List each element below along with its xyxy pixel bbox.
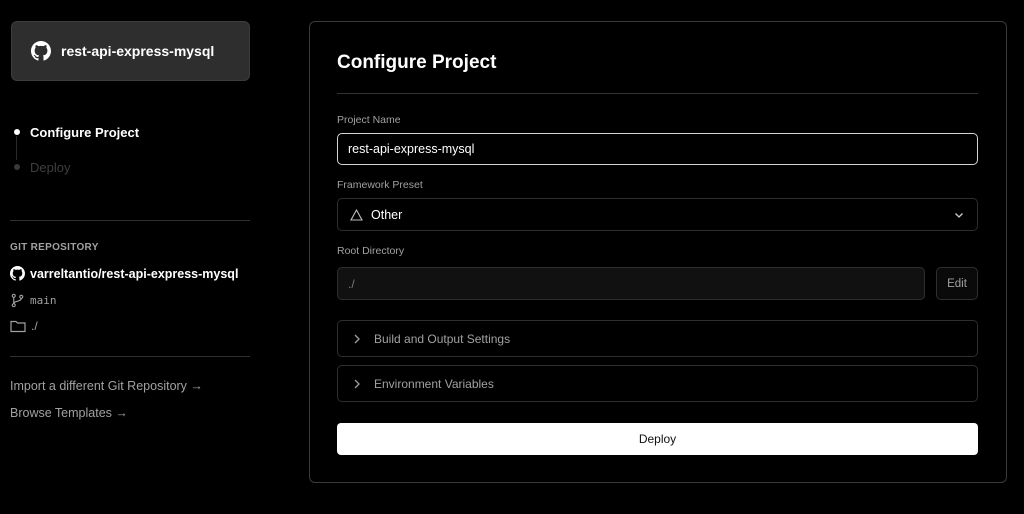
git-directory-row: ./ xyxy=(10,319,38,333)
chevron-right-icon xyxy=(354,379,360,388)
git-branch-row: main xyxy=(10,293,57,308)
step-deploy: Deploy xyxy=(14,159,139,175)
git-repo-name: varreltantio/rest-api-express-mysql xyxy=(30,266,239,281)
git-directory-path: ./ xyxy=(31,319,38,333)
accordion-label: Build and Output Settings xyxy=(374,331,511,346)
repo-card-title: rest-api-express-mysql xyxy=(61,43,215,59)
page-title: Configure Project xyxy=(337,52,497,73)
step-label: Configure Project xyxy=(30,124,140,140)
configure-project-panel: Configure Project Project Name Framework… xyxy=(309,21,1007,483)
git-repository-header: GIT REPOSITORY xyxy=(10,242,99,253)
root-directory-input: ./ xyxy=(337,267,925,300)
framework-preset-value: Other xyxy=(371,207,403,222)
accordion-label: Environment Variables xyxy=(374,376,494,391)
step-connector xyxy=(16,136,17,160)
repo-card[interactable]: rest-api-express-mysql xyxy=(11,21,250,81)
step-list: Configure Project Deploy xyxy=(14,124,139,194)
title-divider xyxy=(337,93,978,94)
github-icon xyxy=(31,41,51,61)
github-icon xyxy=(10,266,25,281)
root-directory-value: ./ xyxy=(348,276,355,291)
edit-root-directory-button[interactable]: Edit xyxy=(936,267,978,300)
page: rest-api-express-mysql Configure Project… xyxy=(0,0,1024,514)
import-git-repo-link[interactable]: Import a different Git Repository → xyxy=(10,379,203,393)
sidebar-divider xyxy=(10,356,250,357)
git-branch-name: main xyxy=(30,294,57,307)
step-dot-inactive xyxy=(14,164,20,170)
triangle-icon xyxy=(350,208,363,221)
framework-preset-label: Framework Preset xyxy=(337,179,423,191)
git-repo-row[interactable]: varreltantio/rest-api-express-mysql xyxy=(10,266,238,281)
git-branch-icon xyxy=(11,293,24,308)
environment-variables-accordion[interactable]: Environment Variables xyxy=(337,365,978,402)
step-dot-active xyxy=(14,129,20,135)
step-label: Deploy xyxy=(30,159,71,175)
chevron-right-icon xyxy=(354,334,360,343)
step-configure-project: Configure Project xyxy=(14,124,139,140)
framework-preset-select[interactable]: Other xyxy=(337,198,978,231)
folder-icon xyxy=(10,320,26,333)
root-directory-label: Root Directory xyxy=(337,245,405,257)
build-output-settings-accordion[interactable]: Build and Output Settings xyxy=(337,320,978,357)
project-name-input[interactable] xyxy=(337,133,978,165)
project-name-label: Project Name xyxy=(337,114,401,126)
deploy-button[interactable]: Deploy xyxy=(337,423,978,455)
chevron-down-icon xyxy=(955,212,963,218)
sidebar-divider xyxy=(10,220,250,221)
browse-templates-link[interactable]: Browse Templates → xyxy=(10,406,128,420)
